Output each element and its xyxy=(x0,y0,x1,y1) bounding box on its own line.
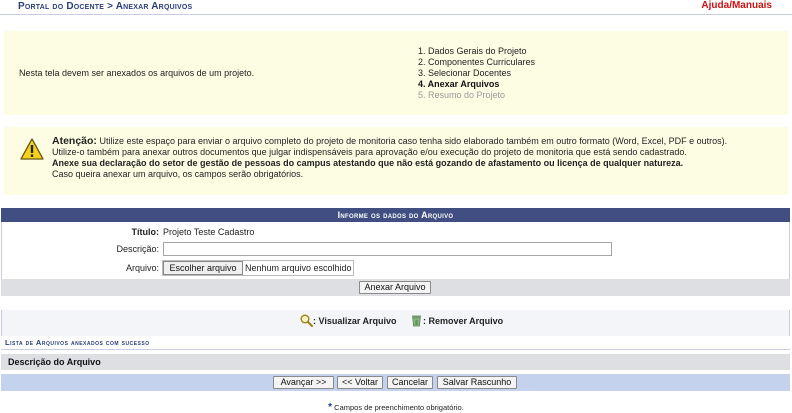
form-actions: Anexar Arquivo xyxy=(1,279,790,296)
description-label: Descrição: xyxy=(116,244,159,254)
step-item: 2. Componentes Curriculares xyxy=(418,57,536,67)
required-note-text: Campos de preenchimento obrigatório. xyxy=(334,403,464,412)
remove-file-legend: : Remover Arquivo xyxy=(423,316,504,326)
step-item: 1. Dados Gerais do Projeto xyxy=(418,46,527,56)
divider xyxy=(1,349,790,350)
icon-legend: : Visualizar Arquivo : Remover Arquivo xyxy=(1,310,790,336)
trash-icon xyxy=(412,315,421,327)
warning-line: Caso queira anexar um arquivo, os campos… xyxy=(52,169,304,179)
attach-file-button[interactable]: Anexar Arquivo xyxy=(359,281,431,294)
intro-panel: Nesta tela devem ser anexados os arquivo… xyxy=(4,31,788,115)
back-button[interactable]: << Voltar xyxy=(337,376,383,389)
help-link[interactable]: Ajuda/Manuais xyxy=(701,0,772,11)
warning-icon xyxy=(20,138,44,160)
top-bar: Portal do Docente > Anexar Arquivos Ajud… xyxy=(0,0,792,15)
step-item-current: 4. Anexar Arquivos xyxy=(418,79,500,89)
required-fields-note: * Campos de preenchimento obrigatório. xyxy=(0,402,792,413)
form-header: Informe os dados do Arquivo xyxy=(1,208,790,222)
warning-title: Atenção: xyxy=(52,135,97,147)
column-header-description: Descrição do Arquivo xyxy=(1,354,790,370)
wizard-nav: Avançar >> << Voltar Cancelar Salvar Ras… xyxy=(1,374,790,391)
attached-files-title: Lista de Arquivos anexados com sucesso xyxy=(5,338,150,347)
breadcrumb: Portal do Docente > Anexar Arquivos xyxy=(18,1,193,12)
choose-file-button[interactable]: Escolher arquivo xyxy=(163,261,243,275)
warning-line: Utilize este espaço para enviar o arquiv… xyxy=(99,136,728,146)
wizard-steps: 1. Dados Gerais do Projeto 2. Componente… xyxy=(418,46,535,101)
save-draft-button[interactable]: Salvar Rascunho xyxy=(437,376,517,389)
title-label: Título: xyxy=(131,227,160,237)
required-star: * xyxy=(328,402,333,413)
intro-text: Nesta tela devem ser anexados os arquivo… xyxy=(19,68,255,78)
title-value: Projeto Teste Cadastro xyxy=(163,227,255,237)
file-status: Nenhum arquivo escolhido xyxy=(245,263,352,273)
file-form: Título: Projeto Teste Cadastro Descrição… xyxy=(1,222,790,279)
warning-text: Atenção: Utilize este espaço para enviar… xyxy=(52,136,772,180)
step-item: 3. Selecionar Docentes xyxy=(418,68,512,78)
cancel-button[interactable]: Cancelar xyxy=(387,376,433,389)
next-button[interactable]: Avançar >> xyxy=(273,376,334,389)
warning-line-bold: Anexe sua declaração do setor de gestão … xyxy=(52,158,684,168)
step-item-pending: 5. Resumo do Projeto xyxy=(418,90,506,100)
warning-panel: Atenção: Utilize este espaço para enviar… xyxy=(4,127,788,195)
view-file-legend: : Visualizar Arquivo xyxy=(313,316,397,326)
magnifier-icon xyxy=(300,314,313,327)
warning-line: Utilize-o também para anexar outros docu… xyxy=(52,147,687,157)
description-input[interactable] xyxy=(163,242,612,256)
file-label: Arquivo: xyxy=(125,263,159,273)
